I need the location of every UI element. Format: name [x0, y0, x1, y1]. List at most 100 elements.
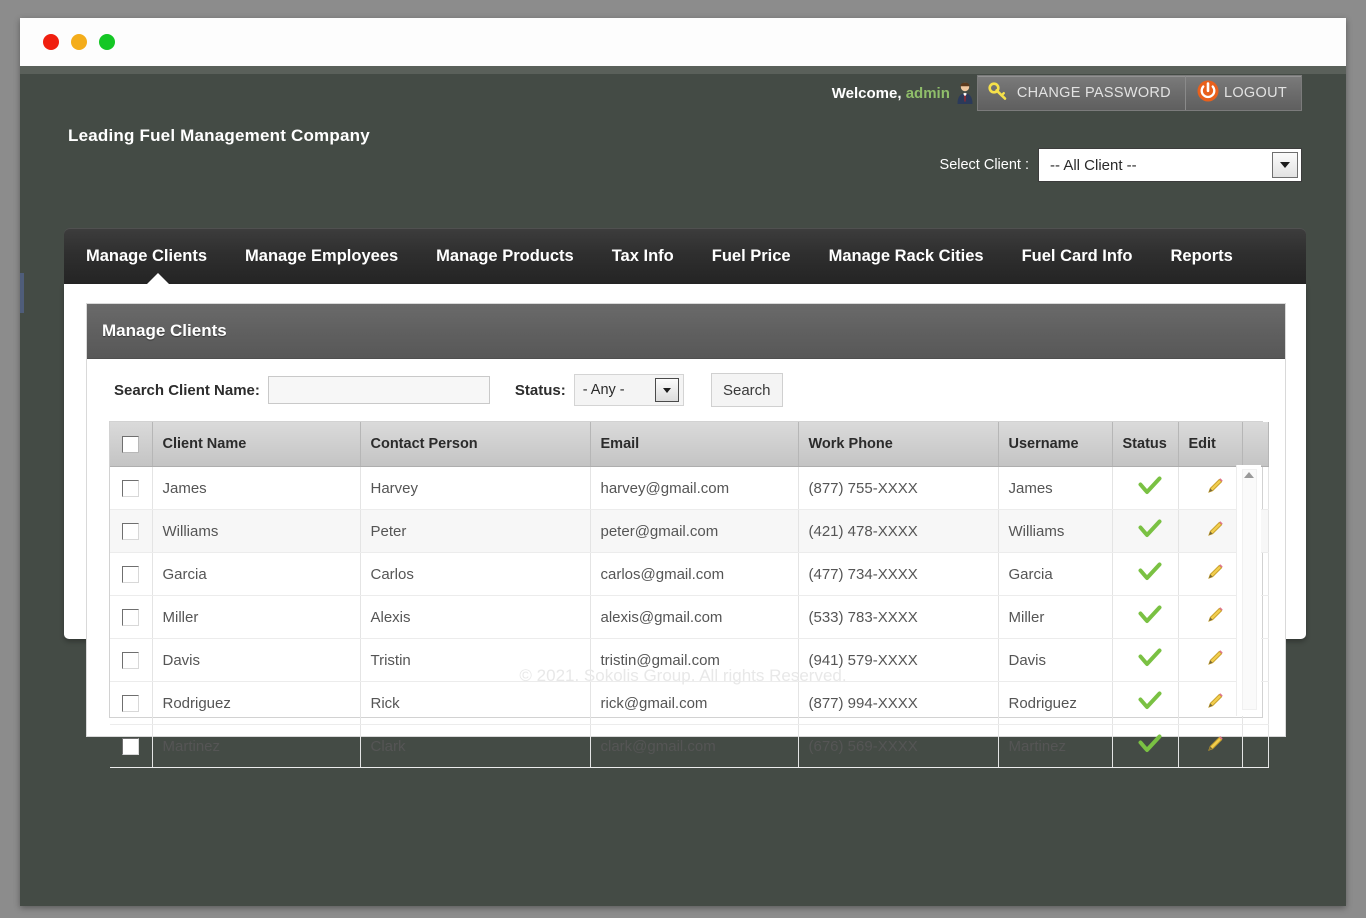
cell-edit[interactable] — [1178, 466, 1243, 510]
maximize-window-button[interactable] — [99, 34, 115, 50]
chevron-down-icon[interactable] — [654, 378, 679, 402]
th-edit[interactable]: Edit — [1178, 422, 1243, 467]
status-value: - Any - — [582, 382, 625, 398]
pencil-icon[interactable] — [1205, 691, 1225, 715]
cell-work-phone: (877) 755-XXXX — [798, 466, 999, 510]
select-client-value: -- All Client -- — [1050, 156, 1137, 174]
active-tab-pointer — [146, 273, 170, 285]
cell-contact-person: Rick — [360, 681, 591, 725]
th-username[interactable]: Username — [998, 422, 1113, 467]
cell-email[interactable]: carlos@gmail.com — [590, 552, 799, 596]
th-contact-person[interactable]: Contact Person — [360, 422, 591, 467]
user-avatar-icon — [955, 81, 975, 105]
row-checkbox-cell — [110, 595, 153, 639]
table-row[interactable]: Martinez Clark clark@gmail.com (676) 569… — [110, 724, 1269, 768]
caret-glyph — [1280, 162, 1290, 168]
cell-contact-person: Harvey — [360, 466, 591, 510]
row-checkbox[interactable] — [121, 479, 139, 497]
status-dropdown[interactable]: - Any - — [573, 374, 684, 406]
cell-work-phone: (421) 478-XXXX — [798, 509, 999, 553]
cell-work-phone: (676) 569-XXXX — [798, 724, 999, 768]
page-title: Leading Fuel Management Company — [68, 126, 370, 145]
cell-status — [1112, 724, 1179, 768]
table-header-row: Client Name Contact Person Email Work Ph… — [110, 422, 1269, 467]
green-check-icon — [1138, 476, 1162, 500]
th-client-name[interactable]: Client Name — [152, 422, 361, 467]
cell-email[interactable]: alexis@gmail.com — [590, 595, 799, 639]
welcome-username: admin — [905, 84, 950, 102]
pencil-icon[interactable] — [1205, 734, 1225, 758]
nav-tab-manage-employees[interactable]: Manage Employees — [226, 228, 417, 284]
nav-tab-manage-products[interactable]: Manage Products — [417, 228, 593, 284]
search-button[interactable]: Search — [710, 373, 783, 407]
clients-table-body: James Harvey harvey@gmail.com (877) 755-… — [110, 466, 1269, 768]
table-row[interactable]: Miller Alexis alexis@gmail.com (533) 783… — [110, 595, 1269, 639]
cell-edit[interactable] — [1178, 509, 1243, 553]
browser-titlebar — [20, 18, 1346, 67]
green-check-icon — [1138, 734, 1162, 758]
cell-status — [1112, 466, 1179, 510]
th-status[interactable]: Status — [1112, 422, 1179, 467]
cell-email[interactable]: rick@gmail.com — [590, 681, 799, 725]
th-email[interactable]: Email — [590, 422, 799, 467]
pencil-icon[interactable] — [1205, 476, 1225, 500]
logout-label: LOGOUT — [1223, 85, 1287, 101]
select-all-checkbox[interactable] — [121, 435, 139, 453]
nav-tab-reports[interactable]: Reports — [1152, 228, 1252, 284]
pencil-icon[interactable] — [1205, 605, 1225, 629]
row-checkbox[interactable] — [121, 737, 139, 755]
cell-client-name: James — [152, 466, 361, 510]
green-check-icon — [1138, 562, 1162, 586]
window-controls — [43, 34, 115, 50]
cell-edit[interactable] — [1178, 552, 1243, 596]
row-checkbox[interactable] — [121, 565, 139, 583]
pencil-icon[interactable] — [1205, 562, 1225, 586]
row-checkbox[interactable] — [121, 608, 139, 626]
browser-window: Welcome, admin CHANGE PASSWORD LOGOUT Le… — [20, 18, 1346, 906]
cell-work-phone: (877) 994-XXXX — [798, 681, 999, 725]
cell-email[interactable]: harvey@gmail.com — [590, 466, 799, 510]
cell-edit[interactable] — [1178, 724, 1243, 768]
search-input[interactable] — [267, 376, 490, 404]
cell-client-name: Williams — [152, 509, 361, 553]
nav-tab-fuel-price[interactable]: Fuel Price — [693, 228, 810, 284]
key-icon — [988, 81, 1008, 105]
row-checkbox-cell — [110, 552, 153, 596]
table-row[interactable]: Rodriguez Rick rick@gmail.com (877) 994-… — [110, 681, 1269, 725]
cell-contact-person: Alexis — [360, 595, 591, 639]
row-checkbox[interactable] — [121, 694, 139, 712]
cell-email[interactable]: clark@gmail.com — [590, 724, 799, 768]
pencil-icon[interactable] — [1205, 519, 1225, 543]
minimize-window-button[interactable] — [71, 34, 87, 50]
th-select-all — [110, 422, 153, 467]
scroll-up-arrow-icon[interactable] — [1244, 472, 1254, 478]
nav-tab-tax-info[interactable]: Tax Info — [593, 228, 693, 284]
main-navigation: Manage Clients Manage Employees Manage P… — [64, 228, 1306, 284]
change-password-button[interactable]: CHANGE PASSWORD — [978, 76, 1185, 110]
welcome-message: Welcome, admin — [832, 85, 950, 102]
cell-edit[interactable] — [1178, 595, 1243, 639]
row-checkbox-cell — [110, 681, 153, 725]
close-window-button[interactable] — [43, 34, 59, 50]
cell-work-phone: (533) 783-XXXX — [798, 595, 999, 639]
select-client-label: Select Client : — [939, 157, 1029, 173]
app-top-strip — [20, 66, 1346, 74]
select-client-dropdown[interactable]: -- All Client -- — [1038, 148, 1302, 182]
cell-email[interactable]: peter@gmail.com — [590, 509, 799, 553]
cell-status — [1112, 681, 1179, 725]
panel-header: Manage Clients — [87, 304, 1285, 359]
row-checkbox[interactable] — [121, 522, 139, 540]
nav-tab-fuel-card-info[interactable]: Fuel Card Info — [1003, 228, 1152, 284]
table-row[interactable]: Garcia Carlos carlos@gmail.com (477) 734… — [110, 552, 1269, 596]
logout-button[interactable]: LOGOUT — [1184, 76, 1301, 110]
cell-username: Williams — [998, 509, 1113, 553]
table-row[interactable]: Williams Peter peter@gmail.com (421) 478… — [110, 509, 1269, 553]
cell-username: Rodriguez — [998, 681, 1113, 725]
th-work-phone[interactable]: Work Phone — [798, 422, 999, 467]
cell-edit[interactable] — [1178, 681, 1243, 725]
select-client-row: Select Client : -- All Client -- — [940, 148, 1302, 182]
footer-copyright: © 2021. Sokolis Group. All rights Reserv… — [519, 666, 847, 685]
chevron-down-icon[interactable] — [1272, 152, 1298, 178]
nav-tab-manage-rack-cities[interactable]: Manage Rack Cities — [810, 228, 1003, 284]
table-row[interactable]: James Harvey harvey@gmail.com (877) 755-… — [110, 466, 1269, 510]
